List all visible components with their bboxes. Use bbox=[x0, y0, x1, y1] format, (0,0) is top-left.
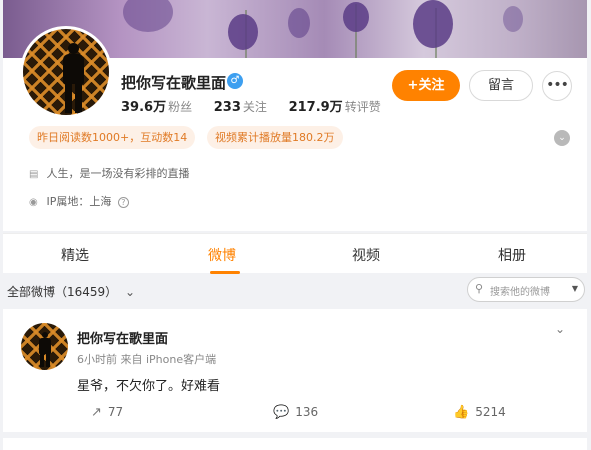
like-icon: 👍 bbox=[453, 405, 470, 420]
repost-button[interactable]: ↗ 77 bbox=[91, 405, 123, 420]
following-stat[interactable]: 233 关注 bbox=[214, 100, 267, 115]
next-post-card bbox=[3, 438, 587, 450]
profile-name: 把你写在歌里面 bbox=[121, 74, 227, 92]
all-posts-filter[interactable]: 全部微博（16459） ⌄ bbox=[7, 283, 135, 300]
dropdown-caret-icon[interactable]: ▼ bbox=[572, 284, 578, 293]
ip-location: ◉ IP属地：上海 ? bbox=[29, 193, 129, 209]
more-options-button[interactable]: ••• bbox=[542, 71, 572, 101]
feed-filter-row: 全部微博（16459） ⌄ ⚲ 搜索他的微博 ▼ bbox=[0, 277, 591, 303]
search-placeholder: 搜索他的微博 bbox=[490, 287, 550, 298]
message-button[interactable]: 留言 bbox=[469, 70, 533, 101]
reading-stats-tag[interactable]: 昨日阅读数1000+，互动数14 bbox=[29, 126, 196, 149]
chevron-down-icon: ⌄ bbox=[125, 285, 136, 299]
search-icon: ⚲ bbox=[475, 282, 484, 295]
male-gender-icon: ♂ bbox=[227, 73, 243, 89]
repost-icon: ↗ bbox=[91, 405, 102, 420]
engagement-stat: 217.9万 转评赞 bbox=[288, 100, 381, 115]
active-tab-indicator bbox=[210, 271, 240, 274]
video-plays-tag[interactable]: 视频累计播放量180.2万 bbox=[207, 126, 343, 149]
profile-avatar[interactable] bbox=[20, 26, 112, 118]
document-icon: ▤ bbox=[29, 169, 39, 180]
like-button[interactable]: 👍 5214 bbox=[453, 405, 506, 420]
post-meta: 6小时前 来自 iPhone客户端 bbox=[77, 353, 217, 366]
post-text: 星爷，不欠你了。好难看 bbox=[77, 379, 221, 394]
tab-video[interactable]: 视频 bbox=[352, 245, 380, 265]
tab-album[interactable]: 相册 bbox=[498, 245, 526, 265]
tab-weibo[interactable]: 微博 bbox=[208, 245, 236, 265]
profile-bio: ▤ 人生，是一场没有彩排的直播 bbox=[29, 167, 190, 180]
post-menu-chevron-icon[interactable]: ⌄ bbox=[555, 322, 565, 336]
profile-card: 把你写在歌里面 ♂ 39.6万 粉丝 233 关注 217.9万 转评赞 +关注 留言… bbox=[3, 0, 587, 231]
expand-info-icon[interactable]: ⌄ bbox=[554, 130, 570, 146]
post-card: 把你写在歌里面 6小时前 来自 iPhone客户端 ⌄ 星爷，不欠你了。好难看 … bbox=[3, 309, 587, 432]
post-author-name[interactable]: 把你写在歌里面 bbox=[77, 328, 168, 347]
follow-button[interactable]: +关注 bbox=[392, 70, 460, 101]
location-icon: ◉ bbox=[29, 197, 38, 208]
followers-stat[interactable]: 39.6万 粉丝 bbox=[121, 100, 192, 115]
tab-featured[interactable]: 精选 bbox=[61, 245, 89, 265]
profile-stats: 39.6万 粉丝 233 关注 217.9万 转评赞 bbox=[121, 96, 381, 115]
search-posts-input[interactable]: ⚲ 搜索他的微博 ▼ bbox=[467, 277, 585, 302]
comment-button[interactable]: 💬 136 bbox=[273, 405, 318, 420]
profile-tabs: 精选 微博 视频 相册 bbox=[3, 233, 587, 274]
post-avatar[interactable] bbox=[21, 323, 68, 370]
help-icon[interactable]: ? bbox=[117, 197, 129, 208]
comment-icon: 💬 bbox=[273, 405, 290, 420]
